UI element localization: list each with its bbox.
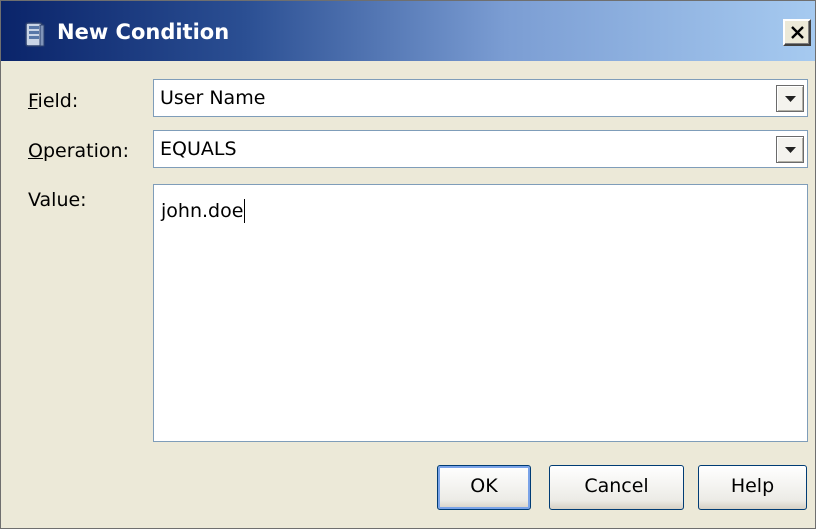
- operation-label-text: peration:: [42, 140, 129, 162]
- value-textarea[interactable]: john.doe: [153, 184, 808, 442]
- operation-combobox[interactable]: EQUALS: [153, 130, 808, 168]
- server-icon: [24, 22, 46, 48]
- title-bar[interactable]: New Condition: [1, 1, 815, 61]
- close-icon: [791, 26, 804, 39]
- operation-label-mnemonic: O: [28, 140, 43, 162]
- chevron-down-icon: [785, 96, 796, 102]
- ok-button[interactable]: OK: [437, 465, 531, 510]
- operation-dropdown-button[interactable]: [776, 136, 804, 163]
- new-condition-dialog: New Condition Field: User Name Operation…: [0, 0, 816, 529]
- field-dropdown-button[interactable]: [776, 85, 804, 112]
- text-caret: [244, 199, 246, 223]
- cancel-button[interactable]: Cancel: [549, 465, 684, 510]
- field-selected-value: User Name: [160, 87, 266, 109]
- operation-label: Operation:: [28, 139, 129, 163]
- field-label-mnemonic: F: [28, 90, 38, 112]
- field-combobox[interactable]: User Name: [153, 79, 808, 117]
- close-button[interactable]: [783, 19, 811, 46]
- window-title: New Condition: [57, 20, 230, 44]
- value-text-content: john.doe: [161, 199, 246, 223]
- chevron-down-icon: [785, 147, 796, 153]
- value-label: Value:: [28, 189, 87, 211]
- field-label: Field:: [28, 89, 78, 113]
- help-button[interactable]: Help: [698, 465, 807, 510]
- field-label-text: ield:: [37, 90, 79, 112]
- operation-selected-value: EQUALS: [160, 138, 237, 160]
- value-text: john.doe: [161, 200, 244, 222]
